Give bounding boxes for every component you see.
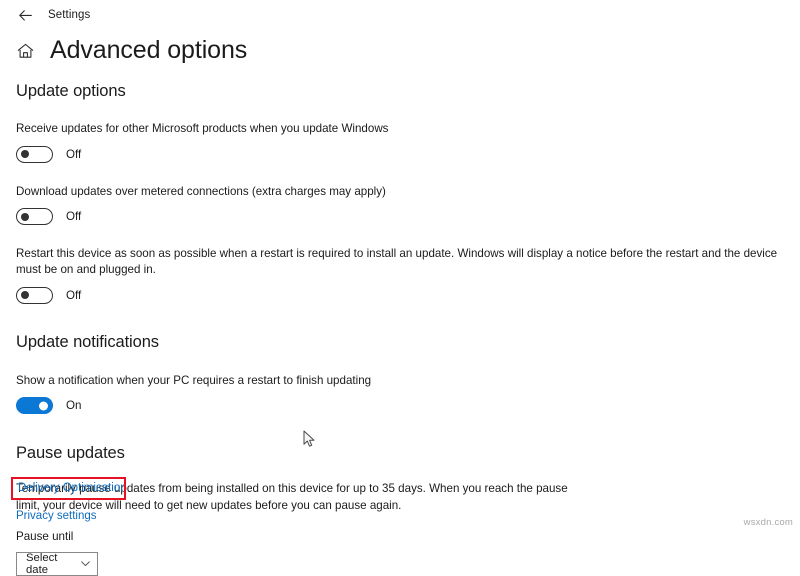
setting-label: Receive updates for other Microsoft prod… bbox=[16, 122, 389, 135]
toggle-knob bbox=[21, 150, 29, 159]
toggle-row: Off bbox=[16, 145, 800, 163]
back-arrow-icon[interactable] bbox=[12, 5, 38, 25]
setting-restart-asap: Restart this device as soon as possible … bbox=[16, 246, 800, 304]
toggle-state-label: Off bbox=[66, 288, 82, 302]
toggle-knob bbox=[21, 291, 29, 300]
toggle-knob bbox=[39, 401, 48, 411]
settings-content: Update options Receive updates for other… bbox=[16, 82, 800, 576]
page-title: Advanced options bbox=[50, 36, 248, 64]
link-privacy-settings[interactable]: Privacy settings bbox=[16, 510, 97, 522]
toggle-state-label: On bbox=[66, 399, 82, 413]
section-heading-update-options: Update options bbox=[16, 82, 126, 100]
pause-until-dropdown[interactable]: Select date bbox=[16, 552, 98, 576]
toggle-metered-connections[interactable] bbox=[16, 208, 53, 226]
section-pause-updates: Pause updates Temporarily pause updates … bbox=[16, 444, 800, 576]
home-icon[interactable] bbox=[14, 40, 36, 62]
setting-label: Show a notification when your PC require… bbox=[16, 373, 372, 387]
setting-metered-connections: Download updates over metered connection… bbox=[16, 184, 800, 226]
section-heading-pause-updates: Pause updates bbox=[16, 444, 125, 463]
toggle-restart-asap[interactable] bbox=[16, 286, 53, 304]
titlebar: Settings bbox=[0, 4, 800, 26]
section-update-notifications: Update notifications Show a notification… bbox=[16, 333, 800, 415]
app-label: Settings bbox=[48, 9, 91, 21]
toggle-microsoft-products[interactable] bbox=[16, 145, 53, 163]
toggle-row: On bbox=[16, 397, 800, 415]
pause-until-label: Pause until bbox=[16, 529, 74, 543]
setting-microsoft-products: Receive updates for other Microsoft prod… bbox=[16, 121, 800, 163]
dropdown-value: Select date bbox=[26, 552, 58, 576]
link-delivery-optimisation[interactable]: Delivery Optimisation bbox=[18, 482, 127, 494]
toggle-state-label: Off bbox=[66, 210, 82, 224]
watermark: wsxdn.com bbox=[743, 517, 793, 528]
toggle-row: Off bbox=[16, 286, 800, 304]
toggle-knob bbox=[21, 212, 29, 221]
setting-label: Download updates over metered connection… bbox=[16, 184, 386, 198]
section-heading-update-notifications: Update notifications bbox=[16, 332, 159, 351]
toggle-row: Off bbox=[16, 208, 800, 226]
section-update-options: Update options Receive updates for other… bbox=[16, 82, 800, 304]
setting-restart-notification: Show a notification when your PC require… bbox=[16, 373, 800, 415]
toggle-state-label: Off bbox=[66, 147, 82, 161]
setting-label: Restart this device as soon as possible … bbox=[16, 247, 778, 276]
chevron-down-icon bbox=[81, 561, 90, 567]
page-header: Advanced options bbox=[14, 38, 247, 63]
toggle-restart-notification[interactable] bbox=[16, 397, 53, 415]
